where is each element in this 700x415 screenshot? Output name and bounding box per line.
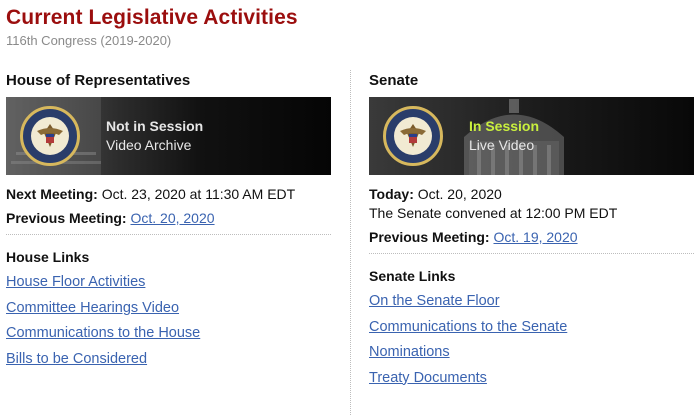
today-value: Oct. 20, 2020 <box>417 186 502 202</box>
senate-convened-text: The Senate convened at 12:00 PM EDT <box>369 205 618 221</box>
house-links-list: House Floor Activities Committee Hearing… <box>6 271 331 373</box>
senate-previous-meeting-link[interactable]: Oct. 19, 2020 <box>493 229 577 245</box>
house-seal-icon <box>20 106 80 166</box>
senate-links-list: On the Senate Floor Communications to th… <box>369 290 694 392</box>
senate-link-nominations[interactable]: Nominations <box>369 344 450 360</box>
next-meeting-value: Oct. 23, 2020 at 11:30 AM EDT <box>101 186 296 202</box>
senate-link-floor[interactable]: On the Senate Floor <box>369 293 500 309</box>
senate-session-status: In Session <box>469 118 540 134</box>
senate-previous-meeting: Previous Meeting: Oct. 19, 2020 <box>369 228 694 247</box>
house-link-communications[interactable]: Communications to the House <box>6 325 200 341</box>
today-label: Today: <box>369 186 414 202</box>
next-meeting-label: Next Meeting: <box>6 186 98 202</box>
house-video-label: Video Archive <box>106 137 192 153</box>
house-link-committee-hearings[interactable]: Committee Hearings Video <box>6 300 179 316</box>
house-meeting-info: Next Meeting: Oct. 23, 2020 at 11:30 AM … <box>6 185 331 228</box>
house-video-banner[interactable]: Not in Session Video Archive <box>6 97 331 175</box>
senate-link-treaty-documents[interactable]: Treaty Documents <box>369 370 487 386</box>
house-previous-meeting-link[interactable]: Oct. 20, 2020 <box>130 210 214 226</box>
senate-meeting-info: Today: Oct. 20, 2020 The Senate convened… <box>369 185 694 247</box>
senate-column: Senate In Session Live Video Today: Oct.… <box>369 60 694 392</box>
house-link-bills[interactable]: Bills to be Considered <box>6 351 147 367</box>
house-links-heading: House Links <box>6 249 90 265</box>
senate-seal-icon <box>383 106 443 166</box>
column-divider <box>350 70 351 415</box>
house-column: House of Representatives Not in Session … <box>6 60 331 373</box>
house-session-status: Not in Session <box>106 118 204 134</box>
senate-separator <box>369 253 694 254</box>
senate-heading: Senate <box>369 72 419 89</box>
page-subtitle: 116th Congress (2019-2020) <box>6 33 172 48</box>
page-title: Current Legislative Activities <box>6 6 298 29</box>
previous-meeting-label: Previous Meeting: <box>369 229 490 245</box>
house-previous-meeting: Previous Meeting: Oct. 20, 2020 <box>6 209 331 228</box>
house-heading: House of Representatives <box>6 72 191 89</box>
senate-today: Today: Oct. 20, 2020 <box>369 185 694 204</box>
house-separator <box>6 234 331 235</box>
senate-links-heading: Senate Links <box>369 268 456 284</box>
senate-video-banner[interactable]: In Session Live Video <box>369 97 694 175</box>
senate-link-communications[interactable]: Communications to the Senate <box>369 319 567 335</box>
previous-meeting-label: Previous Meeting: <box>6 210 127 226</box>
house-link-floor-activities[interactable]: House Floor Activities <box>6 274 145 290</box>
senate-video-label: Live Video <box>469 137 535 153</box>
house-next-meeting: Next Meeting: Oct. 23, 2020 at 11:30 AM … <box>6 185 331 204</box>
